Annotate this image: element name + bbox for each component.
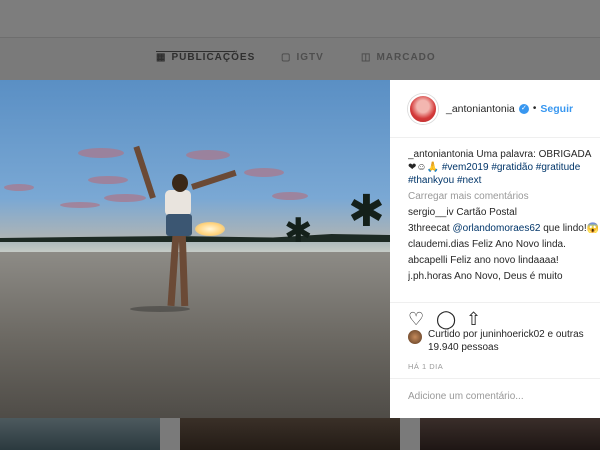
cloud	[4, 184, 34, 191]
hashtag-link[interactable]: #thankyou	[408, 175, 454, 186]
verified-badge-icon: ✓	[518, 103, 529, 114]
post-caption: _antoniantonia Uma palavra: OBRIGADA ❤☺🙏…	[408, 148, 600, 187]
comment-bubble-icon[interactable]: ◯	[436, 309, 456, 330]
palm-tree: ✱	[284, 212, 313, 250]
tab-tagged[interactable]: ◫ MARCADO	[361, 52, 436, 63]
hashtag-link[interactable]: #next	[457, 175, 481, 186]
comment-text: Feliz Ano Novo linda.	[471, 239, 566, 250]
comment-username[interactable]: abcapelli	[408, 255, 447, 266]
post-side-panel: _antoniantonia ✓ • Seguir _antoniantonia…	[390, 80, 600, 418]
hashtag-link[interactable]: #gratitude	[536, 162, 580, 173]
grid-thumbnail[interactable]	[420, 418, 600, 450]
cloud	[78, 148, 124, 158]
profile-tabs: ▦ PUBLICAÇÕES ▢ IGTV ◫ MARCADO	[0, 38, 600, 80]
caption-emojis: ❤☺🙏	[408, 162, 440, 173]
comment-text: Cartão Postal	[456, 207, 517, 218]
cloud	[186, 150, 230, 160]
hashtag-link[interactable]: #vem2019	[442, 162, 489, 173]
grid-icon: ▦	[156, 52, 167, 63]
share-icon[interactable]: ⇧	[466, 309, 481, 330]
grid-thumbnail[interactable]	[0, 418, 160, 450]
comment-username[interactable]: 3threecat	[408, 223, 450, 234]
sun	[195, 222, 225, 236]
load-more-comments-link[interactable]: Carregar mais comentários	[408, 190, 600, 203]
comment-username[interactable]: sergio__iv	[408, 207, 454, 218]
cloud	[272, 192, 308, 200]
comment-item: sergio__iv Cartão Postal	[408, 206, 600, 219]
tab-publications[interactable]: ▦ PUBLICAÇÕES	[156, 51, 256, 63]
figure-shorts	[166, 214, 192, 236]
tab-igtv[interactable]: ▢ IGTV	[281, 52, 324, 63]
igtv-icon: ▢	[281, 52, 292, 63]
cloud	[60, 202, 100, 208]
figure-head	[172, 174, 188, 192]
likes-text[interactable]: Curtido por juninhoerick02 e outras 19.9…	[428, 328, 598, 354]
post-date: HÁ 1 DIA	[408, 362, 444, 371]
active-tab-indicator	[156, 51, 235, 52]
comment-item: j.ph.horas Ano Novo, Deus é muito	[408, 270, 600, 283]
comment-username[interactable]: claudemi.dias	[408, 239, 469, 250]
username-link[interactable]: _antoniantonia	[446, 103, 515, 115]
tagged-icon: ◫	[361, 52, 372, 63]
cloud	[104, 194, 146, 202]
follow-button[interactable]: Seguir	[540, 103, 573, 115]
comment-item: claudemi.dias Feliz Ano Novo linda.	[408, 238, 600, 251]
comment-text: Feliz ano novo lindaaaa!	[450, 255, 559, 266]
sand	[0, 252, 390, 418]
palm-tree: ✱	[348, 187, 385, 236]
figure-shadow	[130, 306, 190, 312]
like-heart-icon[interactable]: ♡	[408, 309, 424, 330]
separator-dot: •	[532, 103, 537, 114]
treeline	[0, 234, 390, 242]
post-header: _antoniantonia ✓ • Seguir	[390, 80, 600, 138]
cloud	[244, 168, 284, 177]
background-header	[0, 0, 600, 38]
avatar[interactable]	[408, 93, 438, 124]
tab-igtv-label: IGTV	[296, 52, 324, 63]
comment-mention[interactable]: @orlandomoraes62	[452, 223, 540, 234]
hashtag-link[interactable]: #gratidão	[491, 162, 533, 173]
caption-text: Uma palavra: OBRIGADA	[476, 149, 592, 160]
comment-username[interactable]: j.ph.horas	[408, 271, 452, 282]
add-comment-input[interactable]: Adicione um comentário...	[390, 378, 600, 418]
likes-summary: Curtido por juninhoerick02 e outras 19.9…	[408, 328, 598, 354]
comment-item: abcapelli Feliz ano novo lindaaaa!	[408, 254, 600, 267]
comment-text: que lindo!😱	[543, 223, 600, 234]
grid-thumbnail[interactable]	[180, 418, 400, 450]
liker-avatar[interactable]	[408, 330, 422, 344]
comment-item: 3threecat @orlandomoraes62 que lindo!😱	[408, 222, 600, 235]
comments-list: _antoniantonia Uma palavra: OBRIGADA ❤☺🙏…	[408, 148, 600, 300]
figure-torso	[165, 190, 191, 216]
tab-tagged-label: MARCADO	[376, 52, 436, 63]
caption-username[interactable]: _antoniantonia	[408, 149, 474, 160]
post-photo[interactable]: ✱ ✱	[0, 80, 390, 418]
cloud	[88, 176, 128, 184]
figure-arm	[133, 145, 156, 199]
comment-text: Ano Novo, Deus é muito	[454, 271, 563, 282]
figure-arm	[191, 169, 237, 190]
tab-publications-label: PUBLICAÇÕES	[171, 52, 256, 63]
